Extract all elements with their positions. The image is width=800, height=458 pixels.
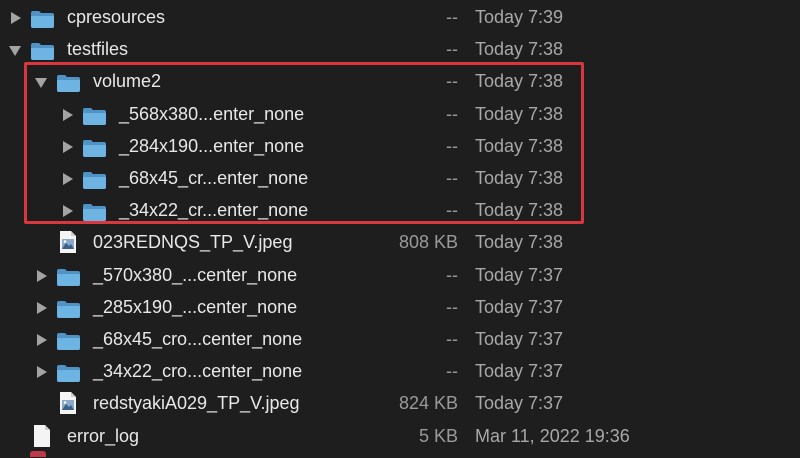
disclosure-triangle-collapsed-icon[interactable] xyxy=(63,205,73,218)
disclosure-triangle-collapsed-icon[interactable] xyxy=(63,173,73,185)
item-date-modified: Today 7:38 xyxy=(475,135,564,156)
folder-icon xyxy=(56,329,81,350)
item-date-modified: Today 7:38 xyxy=(475,200,564,221)
list-item-jpeg1[interactable]: 023REDNQS_TP_V.jpeg 808 KB Today 7:38 xyxy=(0,226,800,258)
item-size: -- xyxy=(446,329,458,349)
item-date-modified: Today 7:37 xyxy=(475,296,564,317)
item-size: -- xyxy=(446,361,458,382)
item-name: volume2 xyxy=(93,71,162,92)
item-name: cpresources xyxy=(67,7,166,27)
item-date-modified: Today 7:38 xyxy=(475,39,564,60)
item-size: -- xyxy=(446,296,458,317)
document-icon xyxy=(33,424,51,448)
folder-icon xyxy=(82,104,107,125)
disclosure-triangle-collapsed-icon[interactable] xyxy=(63,108,73,121)
item-name: _568x380...enter_none xyxy=(119,103,305,124)
folder-icon xyxy=(56,297,81,318)
folder-icon xyxy=(56,71,81,93)
folder-icon xyxy=(82,168,107,189)
list-item-tf-68[interactable]: _68x45_cro...center_none -- Today 7:37 xyxy=(0,323,800,355)
item-date-modified: Today 7:38 xyxy=(475,168,564,188)
item-name: 023REDNQS_TP_V.jpeg xyxy=(93,232,293,253)
item-name: _34x22_cr...enter_none xyxy=(119,200,309,221)
item-size: -- xyxy=(446,39,458,60)
partial-next-row-icon xyxy=(30,451,46,457)
item-size: -- xyxy=(446,71,458,92)
item-name: _285x190_...center_none xyxy=(93,296,298,317)
item-date-modified: Today 7:38 xyxy=(475,71,564,92)
item-size: 5 KB xyxy=(418,425,458,446)
list-item-cpresources[interactable]: cpresources -- Today 7:39 xyxy=(0,1,800,33)
item-name: _68x45_cr...enter_none xyxy=(119,168,309,188)
item-date-modified: Today 7:37 xyxy=(475,393,564,414)
folder-icon xyxy=(56,265,81,286)
item-size: -- xyxy=(446,264,458,285)
item-name: _34x22_cro...center_none xyxy=(93,361,303,382)
list-item-v2-284[interactable]: _284x190...enter_none -- Today 7:38 xyxy=(0,130,800,162)
image-file-icon xyxy=(59,230,77,254)
item-date-modified: Today 7:37 xyxy=(475,361,564,382)
item-size: -- xyxy=(446,7,458,27)
disclosure-triangle-collapsed-icon[interactable] xyxy=(37,269,47,282)
folder-icon xyxy=(30,39,55,61)
disclosure-triangle-expanded-icon[interactable] xyxy=(35,78,47,89)
list-item-jpeg2[interactable]: redstyakiA029_TP_V.jpeg 824 KB Today 7:37 xyxy=(0,387,800,419)
list-item-tf-34[interactable]: _34x22_cro...center_none -- Today 7:37 xyxy=(0,355,800,387)
item-name: _68x45_cro...center_none xyxy=(93,329,303,349)
item-date-modified: Today 7:38 xyxy=(475,103,564,124)
folder-icon xyxy=(30,7,55,28)
item-date-modified: Today 7:38 xyxy=(475,232,564,253)
image-file-icon xyxy=(59,391,77,415)
item-name: redstyakiA029_TP_V.jpeg xyxy=(93,393,300,414)
list-item-errorlog[interactable]: error_log 5 KB Mar 11, 2022 19:36 xyxy=(0,420,800,452)
item-size: 808 KB xyxy=(398,232,458,253)
list-item-v2-34[interactable]: _34x22_cr...enter_none -- Today 7:38 xyxy=(0,194,800,226)
list-item-v2-68[interactable]: _68x45_cr...enter_none -- Today 7:38 xyxy=(0,162,800,194)
disclosure-triangle-collapsed-icon[interactable] xyxy=(63,140,73,153)
disclosure-triangle-collapsed-icon[interactable] xyxy=(37,366,47,379)
item-size: -- xyxy=(446,168,458,188)
item-name: error_log xyxy=(67,425,140,446)
item-size: -- xyxy=(446,103,458,124)
list-item-volume2[interactable]: volume2 -- Today 7:38 xyxy=(0,65,800,97)
item-date-modified: Today 7:39 xyxy=(475,7,564,27)
item-date-modified: Today 7:37 xyxy=(475,264,564,285)
item-size: 824 KB xyxy=(398,393,458,414)
list-item-testfiles[interactable]: testfiles -- Today 7:38 xyxy=(0,33,800,65)
item-size: -- xyxy=(446,135,458,156)
folder-icon xyxy=(82,136,107,157)
item-date-modified: Mar 11, 2022 19:36 xyxy=(475,425,630,446)
disclosure-triangle-expanded-icon[interactable] xyxy=(9,46,21,57)
folder-icon xyxy=(56,361,81,383)
item-name: _570x380_...center_none xyxy=(93,264,298,285)
list-item-tf-285[interactable]: _285x190_...center_none -- Today 7:37 xyxy=(0,291,800,323)
item-name: testfiles xyxy=(67,39,129,60)
item-date-modified: Today 7:37 xyxy=(475,329,564,349)
folder-icon xyxy=(82,200,107,222)
item-name: _284x190...enter_none xyxy=(119,135,305,156)
list-item-v2-568[interactable]: _568x380...enter_none -- Today 7:38 xyxy=(0,98,800,130)
disclosure-triangle-collapsed-icon[interactable] xyxy=(11,12,21,24)
item-size: -- xyxy=(446,200,458,221)
disclosure-triangle-collapsed-icon[interactable] xyxy=(37,301,47,314)
disclosure-triangle-collapsed-icon[interactable] xyxy=(37,334,47,346)
list-item-tf-570[interactable]: _570x380_...center_none -- Today 7:37 xyxy=(0,259,800,291)
